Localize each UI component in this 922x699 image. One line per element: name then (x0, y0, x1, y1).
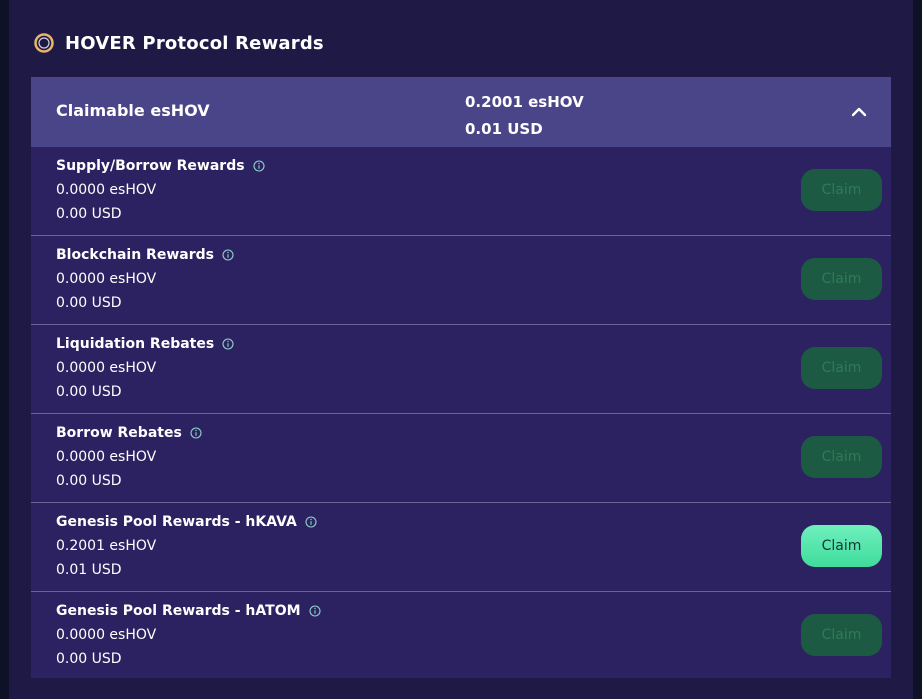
claimable-values: 0.2001 esHOV 0.01 USD (465, 89, 584, 143)
info-icon[interactable] (222, 338, 234, 350)
info-icon[interactable] (222, 249, 234, 261)
ring-logo-icon (33, 32, 55, 54)
reward-amount: 0.2001 esHOV (56, 538, 157, 554)
claim-button: Claim (801, 258, 882, 300)
chevron-up-icon[interactable] (849, 103, 869, 121)
reward-usd: 0.00 USD (56, 295, 122, 311)
info-icon[interactable] (305, 516, 317, 528)
reward-amount: 0.0000 esHOV (56, 271, 157, 287)
reward-row-1: Blockchain Rewards 0.0000 esHOV 0.00 USD… (31, 236, 891, 325)
claim-button: Claim (801, 347, 882, 389)
info-icon[interactable] (190, 427, 202, 439)
reward-usd: 0.00 USD (56, 651, 122, 667)
reward-amount: 0.0000 esHOV (56, 449, 157, 465)
reward-title: Genesis Pool Rewards - hKAVA (56, 514, 297, 530)
claim-button: Claim (801, 169, 882, 211)
claim-button[interactable]: Claim (801, 525, 882, 567)
claimable-label: Claimable esHOV (56, 101, 210, 120)
reward-amount: 0.0000 esHOV (56, 360, 157, 376)
claimable-summary[interactable]: Claimable esHOV 0.2001 esHOV 0.01 USD (31, 77, 891, 147)
reward-title: Blockchain Rewards (56, 247, 214, 263)
reward-title: Borrow Rebates (56, 425, 182, 441)
reward-row-0: Supply/Borrow Rewards 0.0000 esHOV 0.00 … (31, 147, 891, 236)
reward-row-2: Liquidation Rebates 0.0000 esHOV 0.00 US… (31, 325, 891, 414)
reward-title: Supply/Borrow Rewards (56, 158, 245, 174)
reward-row-5: Genesis Pool Rewards - hATOM 0.0000 esHO… (31, 592, 891, 678)
info-icon[interactable] (253, 160, 265, 172)
page-title: HOVER Protocol Rewards (65, 32, 324, 54)
info-icon[interactable] (308, 605, 321, 617)
rewards-panel: HOVER Protocol Rewards Claimable esHOV 0… (9, 0, 913, 699)
rewards-card: Claimable esHOV 0.2001 esHOV 0.01 USD Su… (31, 77, 891, 678)
reward-row-4: Genesis Pool Rewards - hKAVA 0.2001 esHO… (31, 503, 891, 592)
claim-button: Claim (801, 614, 882, 656)
claim-button: Claim (801, 436, 882, 478)
reward-title: Genesis Pool Rewards - hATOM (56, 603, 301, 619)
rewards-header: HOVER Protocol Rewards (33, 30, 324, 56)
claimable-usd: 0.01 USD (465, 120, 543, 138)
claimable-amount: 0.2001 esHOV (465, 93, 584, 111)
reward-amount: 0.0000 esHOV (56, 182, 157, 198)
reward-row-3: Borrow Rebates 0.0000 esHOV 0.00 USD Cla… (31, 414, 891, 503)
reward-usd: 0.00 USD (56, 384, 122, 400)
reward-usd: 0.01 USD (56, 562, 122, 578)
reward-usd: 0.00 USD (56, 206, 122, 222)
rewards-list: Supply/Borrow Rewards 0.0000 esHOV 0.00 … (31, 147, 891, 678)
reward-amount: 0.0000 esHOV (56, 627, 157, 643)
reward-title: Liquidation Rebates (56, 336, 215, 352)
reward-usd: 0.00 USD (56, 473, 122, 489)
